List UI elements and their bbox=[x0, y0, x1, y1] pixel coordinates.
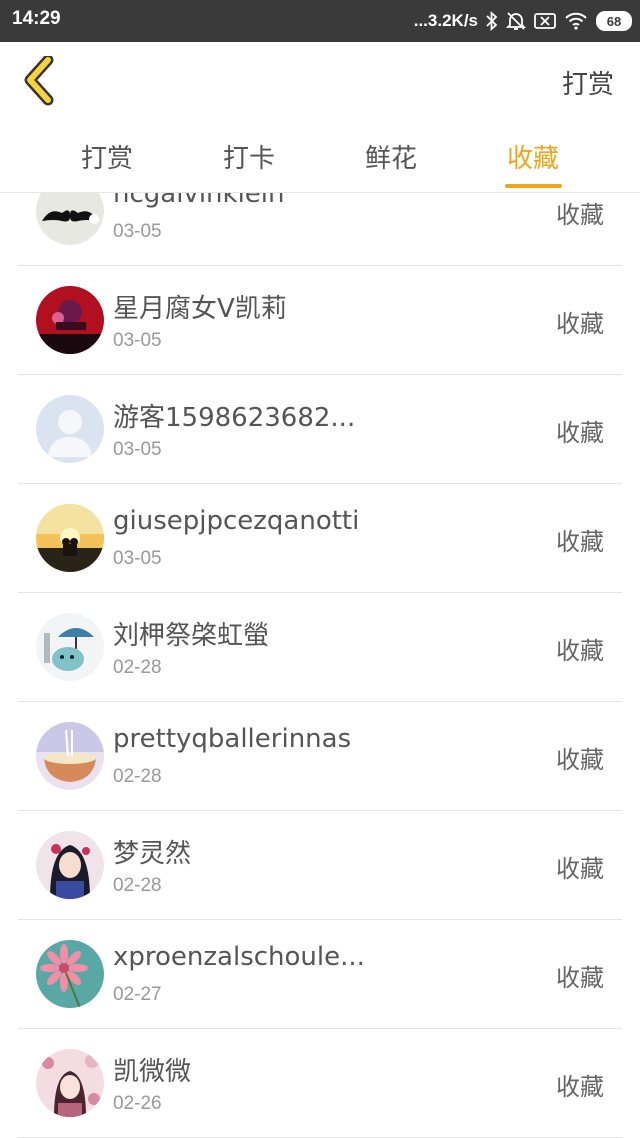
mute-icon bbox=[506, 11, 526, 31]
list-item[interactable]: prettyqballerinnas 02-28 收藏 bbox=[18, 702, 622, 811]
chevron-left-icon bbox=[24, 54, 54, 106]
date: 02-26 bbox=[113, 1093, 162, 1114]
battery-icon: 68 bbox=[596, 11, 632, 31]
user-name: giusepjpcezqanotti bbox=[113, 506, 360, 536]
avatar bbox=[36, 504, 104, 572]
user-name: xproenzalschoule... bbox=[113, 942, 365, 972]
user-name: 游客1598623682... bbox=[113, 403, 356, 433]
favorite-label: 收藏 bbox=[556, 201, 604, 229]
list-item[interactable]: 星月腐女V凯莉 03-05 收藏 bbox=[18, 266, 622, 375]
favorites-list[interactable]: ncgalvinklein 03-05 收藏 星月腐女V凯莉 03-05 收藏 bbox=[0, 193, 640, 1138]
tab-favorites[interactable]: 收藏 bbox=[478, 138, 588, 175]
date: 03-05 bbox=[113, 548, 162, 569]
list-item[interactable]: 游客1598623682... 03-05 收藏 bbox=[18, 375, 622, 484]
list-item[interactable]: xproenzalschoule... 02-27 收藏 bbox=[18, 920, 622, 1029]
date: 02-28 bbox=[113, 657, 162, 678]
favorite-label: 收藏 bbox=[556, 1073, 604, 1101]
status-icons: ...3.2K/s 68 bbox=[414, 0, 632, 42]
tab-reward[interactable]: 打赏 bbox=[52, 138, 162, 175]
reward-button[interactable]: 打赏 bbox=[562, 64, 614, 101]
avatar bbox=[36, 286, 104, 354]
list-item[interactable]: 梦灵然 02-28 收藏 bbox=[18, 811, 622, 920]
list-item[interactable]: giusepjpcezqanotti 03-05 收藏 bbox=[18, 484, 622, 593]
tab-flowers[interactable]: 鲜花 bbox=[336, 138, 446, 175]
date: 03-05 bbox=[113, 330, 162, 351]
favorite-label: 收藏 bbox=[556, 637, 604, 665]
tab-indicator bbox=[505, 184, 562, 188]
date: 03-05 bbox=[113, 439, 162, 460]
date: 02-28 bbox=[113, 766, 162, 787]
avatar bbox=[36, 1049, 104, 1117]
back-button[interactable] bbox=[18, 54, 68, 108]
network-speed: ...3.2K/s bbox=[413, 11, 478, 30]
list-item[interactable]: 刘柙祭棨虹螢 02-28 收藏 bbox=[18, 593, 622, 702]
favorite-label: 收藏 bbox=[556, 746, 604, 774]
status-bar: 14:29 ...3.2K/s 68 bbox=[0, 0, 640, 42]
date: 03-05 bbox=[113, 221, 162, 242]
favorite-label: 收藏 bbox=[556, 528, 604, 556]
avatar bbox=[36, 395, 104, 463]
avatar bbox=[36, 831, 104, 899]
favorite-label: 收藏 bbox=[556, 855, 604, 883]
avatar bbox=[36, 613, 104, 681]
user-name: prettyqballerinnas bbox=[113, 724, 352, 754]
sim-off-icon bbox=[534, 12, 556, 30]
header: 打赏 bbox=[0, 42, 640, 122]
avatar bbox=[36, 193, 104, 245]
list-item[interactable]: 凯微微 02-26 收藏 bbox=[18, 1029, 622, 1138]
favorite-label: 收藏 bbox=[556, 310, 604, 338]
user-name: ncgalvinklein bbox=[113, 193, 285, 209]
favorite-label: 收藏 bbox=[556, 964, 604, 992]
favorite-label: 收藏 bbox=[556, 419, 604, 447]
date: 02-27 bbox=[113, 984, 162, 1005]
status-time: 14:29 bbox=[12, 8, 61, 29]
user-name: 刘柙祭棨虹螢 bbox=[113, 621, 270, 651]
user-name: 星月腐女V凯莉 bbox=[113, 294, 287, 324]
date: 02-28 bbox=[113, 875, 162, 896]
avatar bbox=[36, 940, 104, 1008]
avatar bbox=[36, 722, 104, 790]
tab-bar: 打赏 打卡 鲜花 收藏 bbox=[0, 122, 640, 193]
wifi-icon bbox=[564, 12, 588, 30]
user-name: 梦灵然 bbox=[113, 839, 192, 869]
list-item[interactable]: ncgalvinklein 03-05 收藏 bbox=[18, 193, 622, 266]
tab-checkin[interactable]: 打卡 bbox=[194, 138, 304, 175]
user-name: 凯微微 bbox=[113, 1057, 192, 1087]
bluetooth-icon bbox=[486, 11, 498, 31]
